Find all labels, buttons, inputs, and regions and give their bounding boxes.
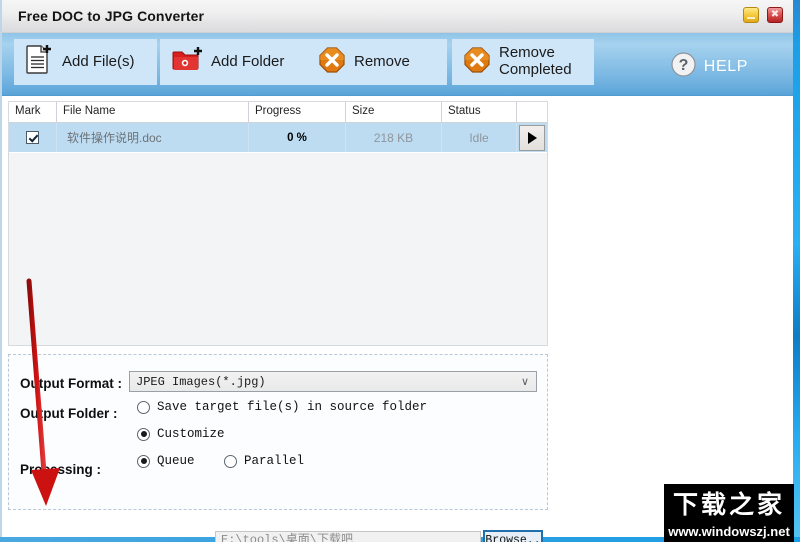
customize-option[interactable]: Customize: [137, 427, 225, 441]
queue-radio[interactable]: [137, 454, 150, 468]
help-button[interactable]: ? HELP: [671, 52, 748, 82]
column-header-action: [517, 102, 547, 123]
question-mark-icon: ?: [671, 52, 696, 82]
row-status: Idle: [442, 123, 517, 152]
table-row[interactable]: 软件操作说明.doc 0 % 218 KB Idle: [9, 123, 547, 152]
help-label: HELP: [703, 58, 748, 75]
column-header-status[interactable]: Status: [442, 102, 517, 123]
remove-label: Remove: [354, 52, 410, 70]
add-files-label: Add File(s): [62, 52, 135, 70]
source-folder-option[interactable]: Save target file(s) in source folder: [137, 400, 427, 414]
customize-radio[interactable]: [137, 427, 150, 441]
column-header-mark[interactable]: Mark: [9, 102, 57, 123]
window-border-right: [793, 0, 800, 542]
row-progress: 0 %: [249, 123, 346, 152]
watermark: 下载之家 www.windowszj.net: [664, 484, 794, 542]
remove-completed-button[interactable]: Remove Completed: [452, 39, 594, 85]
row-mark-cell: [9, 123, 57, 152]
row-checkbox[interactable]: [26, 131, 39, 144]
watermark-chinese-text: 下载之家: [672, 490, 785, 519]
window-title: Free DOC to JPG Converter: [18, 8, 205, 24]
parallel-radio[interactable]: [224, 454, 237, 468]
output-format-value: JPEG Images(*.jpg): [136, 374, 266, 389]
remove-button[interactable]: Remove: [307, 39, 447, 85]
remove-x-icon: [464, 46, 490, 78]
output-format-label: Output Format :: [20, 376, 122, 391]
source-folder-label: Save target file(s) in source folder: [157, 400, 428, 414]
toolbar: Add File(s) Add Folder Remove Remove Com…: [2, 33, 793, 96]
row-action-cell: [517, 123, 547, 152]
row-size: 218 KB: [346, 123, 442, 152]
add-folder-button[interactable]: Add Folder: [160, 39, 317, 85]
browse-button[interactable]: Browse..: [483, 530, 543, 542]
parallel-option[interactable]: Parallel: [224, 454, 304, 468]
parallel-label: Parallel: [244, 454, 305, 468]
output-path-input[interactable]: E:\tools\桌面\下载吧: [215, 531, 481, 542]
remove-completed-label: Remove Completed: [499, 44, 572, 78]
window-controls: ✖: [743, 7, 783, 23]
queue-label: Queue: [157, 454, 195, 468]
settings-panel: Output Format : Output Folder : Processi…: [8, 354, 548, 510]
source-folder-radio[interactable]: [137, 400, 150, 414]
file-list-empty-area: [9, 153, 547, 345]
remove-x-icon: [319, 46, 345, 78]
document-plus-icon: [26, 44, 53, 80]
main-content: Mark File Name Progress Size Status 软件操作…: [2, 96, 793, 542]
application-window: Free DOC to JPG Converter ✖ Add File(s) …: [0, 0, 800, 542]
play-icon[interactable]: [519, 124, 545, 151]
output-folder-label: Output Folder :: [20, 406, 118, 421]
column-header-progress[interactable]: Progress: [249, 102, 346, 123]
column-header-size[interactable]: Size: [346, 102, 442, 123]
add-folder-label: Add Folder: [211, 52, 285, 70]
close-button[interactable]: ✖: [767, 7, 783, 23]
chevron-down-icon: ∨: [520, 376, 530, 388]
output-format-select[interactable]: JPEG Images(*.jpg) ∨: [129, 371, 537, 392]
add-files-button[interactable]: Add File(s): [14, 39, 157, 85]
file-list-panel: Mark File Name Progress Size Status 软件操作…: [8, 101, 548, 346]
customize-label: Customize: [157, 427, 225, 441]
watermark-url-text: www.windowszj.net: [668, 524, 790, 539]
file-list-header: Mark File Name Progress Size Status: [9, 102, 547, 123]
minimize-button[interactable]: [743, 7, 759, 23]
folder-plus-icon: [172, 46, 202, 79]
title-bar: Free DOC to JPG Converter ✖: [2, 0, 793, 33]
row-filename: 软件操作说明.doc: [57, 123, 249, 152]
svg-text:?: ?: [678, 57, 688, 74]
queue-option[interactable]: Queue: [137, 454, 195, 468]
column-header-filename[interactable]: File Name: [57, 102, 249, 123]
processing-label: Processing :: [20, 462, 102, 477]
